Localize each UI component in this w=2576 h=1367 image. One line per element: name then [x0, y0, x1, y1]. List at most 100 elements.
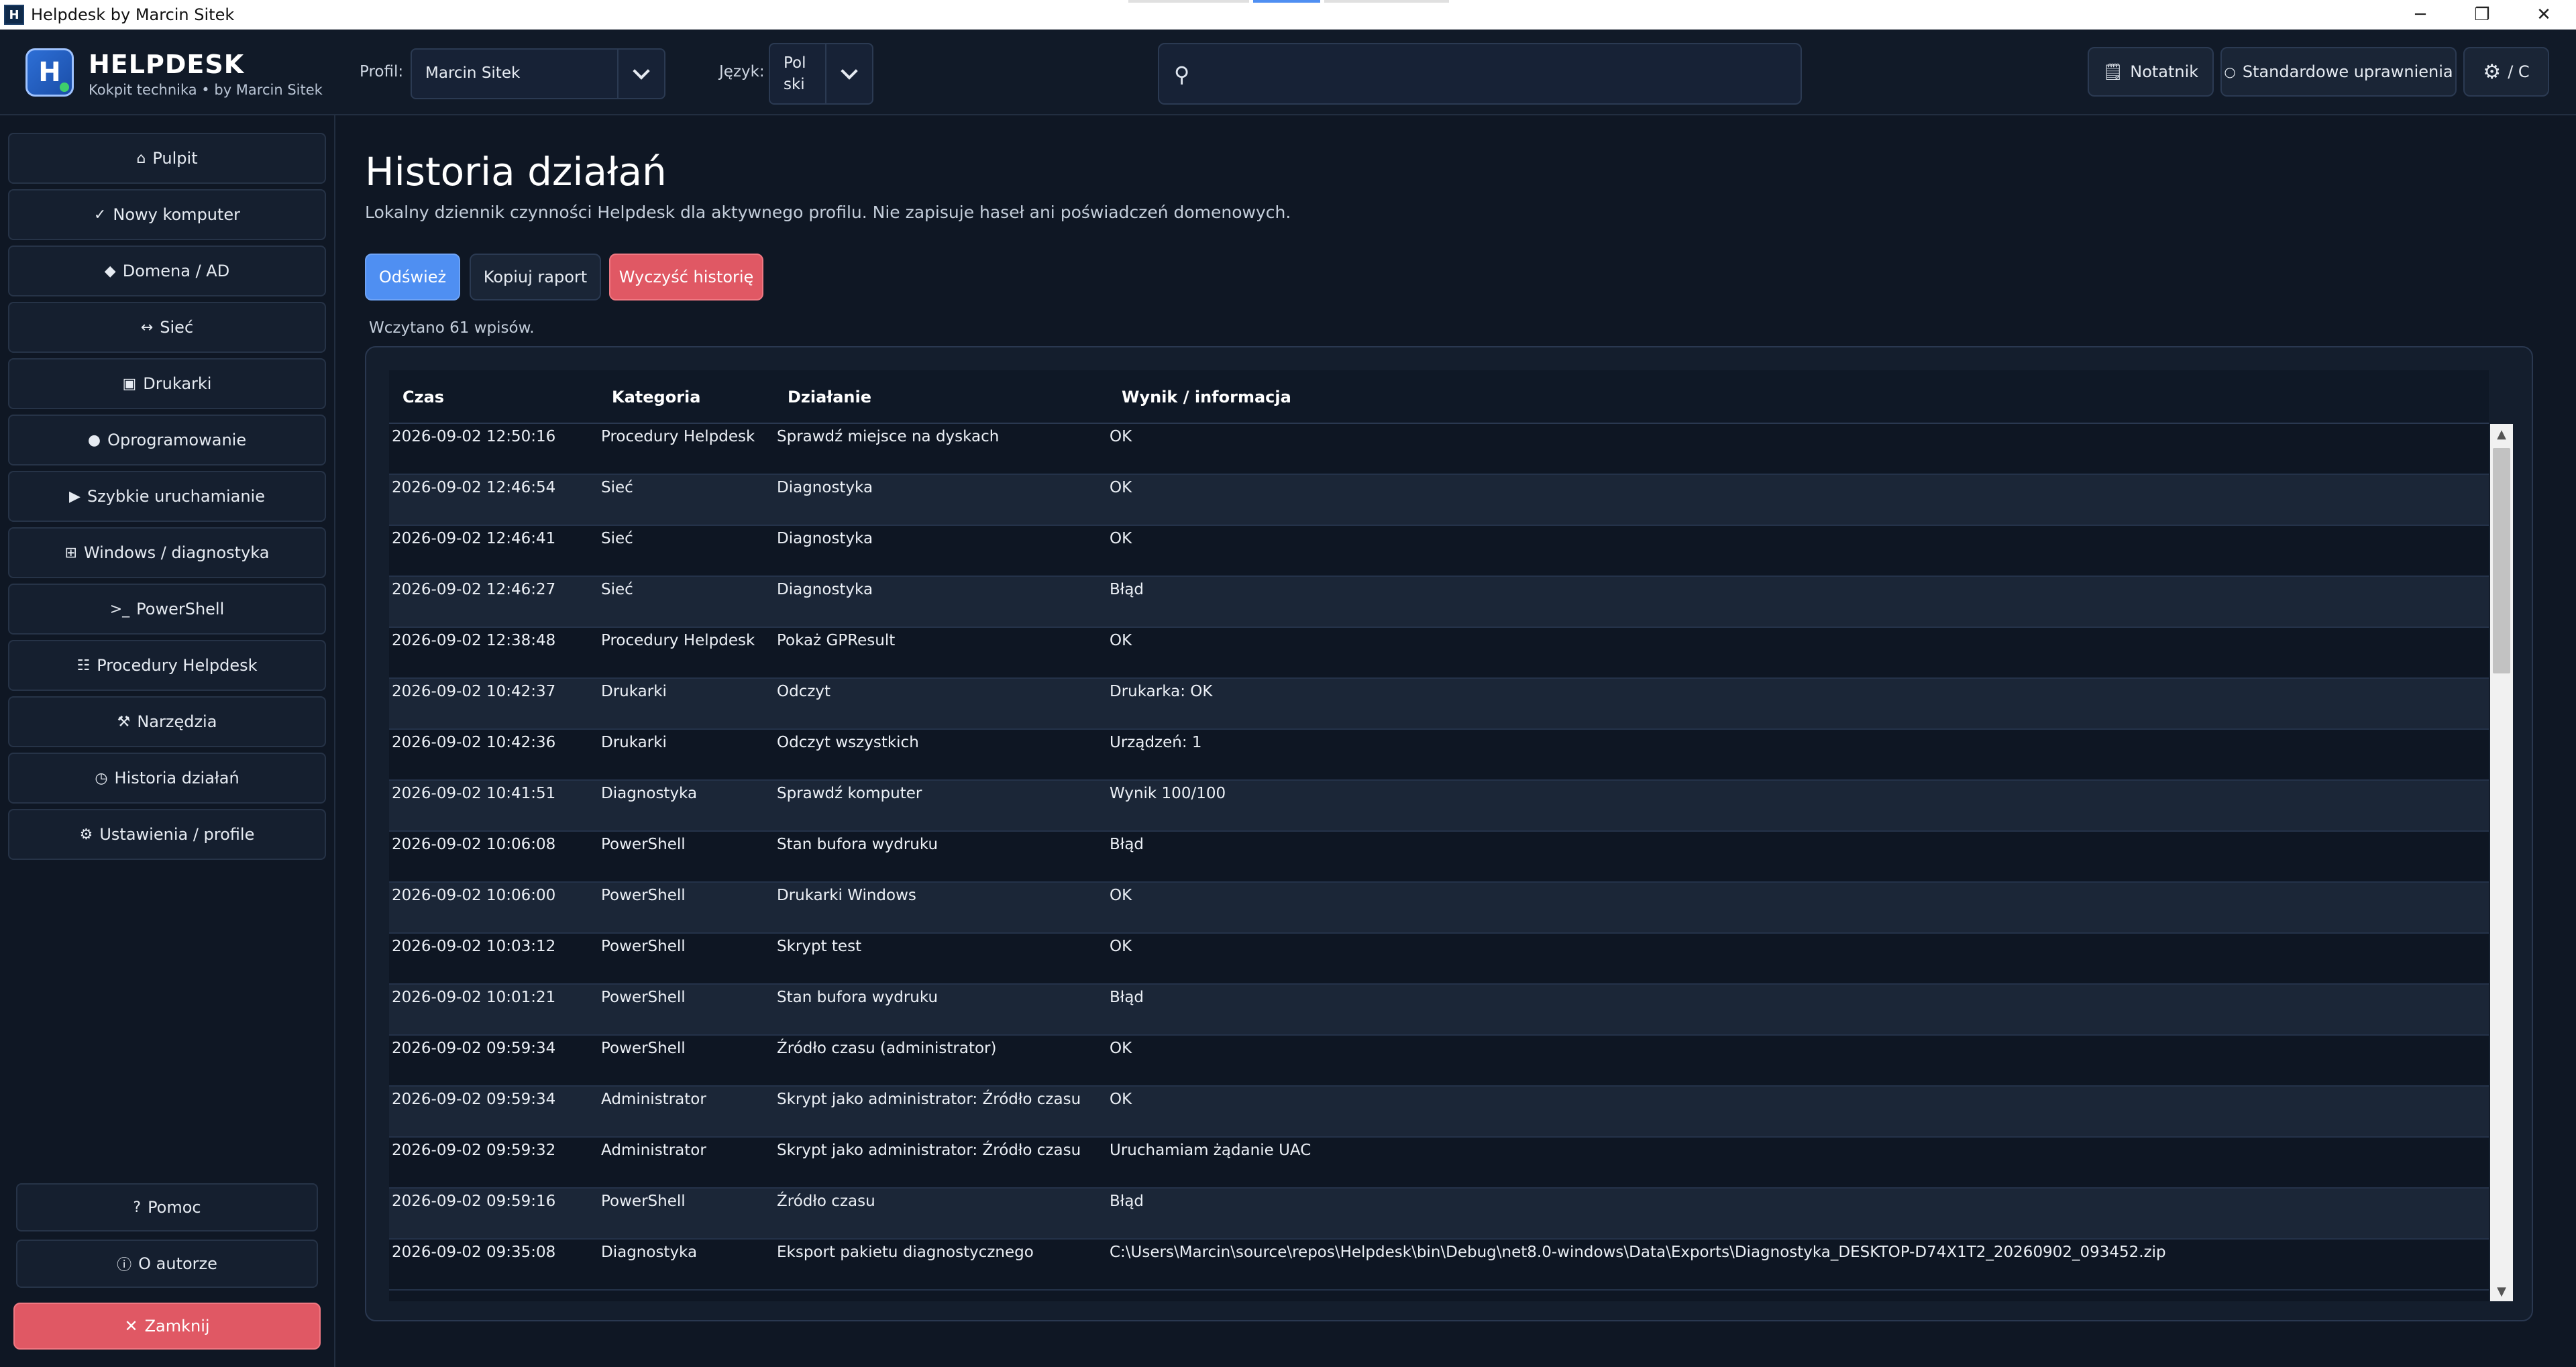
- cell-time: 2026-09-02 12:38:48: [392, 632, 556, 649]
- profile-dropdown-button[interactable]: [617, 50, 664, 98]
- sidebar-item-windows-diagnostics[interactable]: ⊞ Windows / diagnostyka: [8, 527, 326, 578]
- clear-history-button[interactable]: Wyczyść historię: [609, 254, 763, 300]
- gear-icon: ⚙: [79, 826, 93, 843]
- cell-result: C:\Users\Marcin\source\repos\Helpdesk\bi…: [1110, 1244, 2166, 1261]
- cell-result: Błąd: [1110, 989, 1144, 1006]
- table-row[interactable]: 2026-09-02 10:06:08 PowerShell Stan bufora…: [389, 832, 2489, 883]
- column-header-category[interactable]: Kategoria: [612, 388, 700, 406]
- sidebar-item-software[interactable]: ● Oprogramowanie: [8, 415, 326, 466]
- column-header-result[interactable]: Wynik / informacja: [1122, 388, 1291, 406]
- sidebar-item-printers[interactable]: ▣ Drukarki: [8, 358, 326, 409]
- scroll-down-arrow[interactable]: ▼: [2490, 1281, 2513, 1301]
- language-value: Pol ski: [784, 52, 806, 95]
- sidebar-item-new-computer[interactable]: ✓ Nowy komputer: [8, 189, 326, 240]
- sidebar-item-pulpit[interactable]: ⌂ Pulpit: [8, 133, 326, 184]
- sidebar-item-quick-launch[interactable]: ▶ Szybkie uruchamianie: [8, 471, 326, 522]
- terminal-icon: >_: [109, 600, 130, 618]
- table-body: 2026-09-02 12:50:16 Procedury Helpdesk Spr…: [389, 424, 2489, 1301]
- language-label: Język:: [719, 63, 765, 80]
- cell-time: 2026-09-02 12:50:16: [392, 428, 556, 445]
- sidebar-item-label: Windows / diagnostyka: [83, 543, 270, 562]
- permissions-button[interactable]: ○ Standardowe uprawnienia: [2220, 47, 2457, 97]
- table-row[interactable]: 2026-09-02 10:42:36 Drukarki Odczyt wszyst…: [389, 730, 2489, 781]
- sidebar-item-network[interactable]: ↔ Sieć: [8, 302, 326, 353]
- sidebar-item-powershell[interactable]: >_ PowerShell: [8, 584, 326, 635]
- table-scrollbar[interactable]: ▲ ▼: [2490, 424, 2513, 1301]
- cell-time: 2026-09-02 10:06:08: [392, 836, 556, 853]
- cell-category: Administrator: [601, 1091, 706, 1108]
- scroll-thumb[interactable]: [2493, 448, 2510, 673]
- table-row[interactable]: 2026-09-02 12:46:41 Sieć Diagnostyka OK: [389, 526, 2489, 577]
- cell-action: Skrypt jako administrator: Źródło czasu: [777, 1091, 1081, 1108]
- cell-result: Wynik 100/100: [1110, 785, 1226, 802]
- cell-action: Źródło czasu (administrator): [777, 1040, 997, 1057]
- copy-report-button[interactable]: Kopiuj raport: [470, 254, 601, 300]
- column-header-time[interactable]: Czas: [402, 388, 444, 406]
- table-row[interactable]: 2026-09-02 12:50:16 Procedury Helpdesk Spr…: [389, 424, 2489, 475]
- restore-button[interactable]: ❐: [2451, 0, 2513, 30]
- close-app-button[interactable]: ✕ Zamknij: [13, 1303, 321, 1350]
- brand-subtitle: Kokpit technika • by Marcin Sitek: [89, 82, 323, 98]
- page-subtitle: Lokalny dziennik czynności Helpdesk dla …: [365, 203, 1291, 222]
- cell-time: 2026-09-02 12:46:41: [392, 530, 556, 547]
- language-select[interactable]: Pol ski: [769, 43, 873, 105]
- cell-action: Odczyt wszystkich: [777, 734, 919, 751]
- cell-time: 2026-09-02 12:46:54: [392, 479, 556, 496]
- table-row[interactable]: 2026-09-02 12:46:27 Sieć Diagnostyka Błąd: [389, 577, 2489, 628]
- help-button[interactable]: ? Pomoc: [16, 1183, 318, 1232]
- printer-icon: ▣: [122, 375, 137, 392]
- cell-category: Sieć: [601, 479, 633, 496]
- table-row[interactable]: 2026-09-02 10:01:21 PowerShell Stan bufora…: [389, 985, 2489, 1036]
- search-input[interactable]: [1206, 51, 1790, 98]
- settings-button[interactable]: ⚙ / C: [2463, 47, 2549, 97]
- table-row[interactable]: 2026-09-02 09:59:32 Administrator Skrypt j…: [389, 1138, 2489, 1189]
- profile-select[interactable]: Marcin Sitek: [411, 48, 665, 99]
- table-row[interactable]: 2026-09-02 12:46:54 Sieć Diagnostyka OK: [389, 475, 2489, 526]
- sidebar-item-label: Sieć: [160, 318, 194, 337]
- cell-action: Skrypt test: [777, 938, 862, 955]
- refresh-button[interactable]: Odśwież: [365, 254, 460, 300]
- cell-action: Diagnostyka: [777, 479, 873, 496]
- table-row[interactable]: 2026-09-02 09:59:34 Administrator Skrypt j…: [389, 1087, 2489, 1138]
- app-header: H HELPDESK Kokpit technika • by Marcin S…: [0, 30, 2576, 115]
- language-dropdown-button[interactable]: [825, 44, 872, 103]
- close-icon: ✕: [124, 1317, 138, 1335]
- cell-time: 2026-09-02 10:42:37: [392, 683, 556, 700]
- history-table[interactable]: Czas Kategoria Działanie Wynik / informa…: [389, 370, 2489, 1301]
- notebook-button[interactable]: 🗒 Notatnik: [2088, 47, 2214, 97]
- cell-category: Sieć: [601, 581, 633, 598]
- about-author-button[interactable]: ⓘ O autorze: [16, 1240, 318, 1288]
- minimize-button[interactable]: ─: [2390, 0, 2451, 30]
- cell-time: 2026-09-02 10:01:21: [392, 989, 556, 1006]
- table-row[interactable]: 2026-09-02 10:06:00 PowerShell Drukarki Wi…: [389, 883, 2489, 934]
- cell-result: Uruchamiam żądanie UAC: [1110, 1142, 1311, 1159]
- cell-result: OK: [1110, 887, 1132, 904]
- table-row[interactable]: 2026-09-02 12:38:48 Procedury Helpdesk Pok…: [389, 628, 2489, 679]
- sidebar-item-history[interactable]: ◷ Historia działań: [8, 753, 326, 804]
- sidebar-item-label: Domena / AD: [122, 262, 230, 280]
- search-box[interactable]: ⚲: [1158, 43, 1802, 105]
- cell-action: Stan bufora wydruku: [777, 989, 938, 1006]
- table-row[interactable]: 2026-09-02 09:35:08 Diagnostyka Eksport pa…: [389, 1240, 2489, 1291]
- sidebar-item-label: Drukarki: [143, 374, 212, 393]
- sidebar-item-domain[interactable]: ◆ Domena / AD: [8, 245, 326, 296]
- chevron-down-icon: [841, 62, 858, 80]
- cell-category: PowerShell: [601, 836, 686, 853]
- windows-icon: ⊞: [64, 544, 77, 561]
- cell-time: 2026-09-02 09:59:34: [392, 1091, 556, 1108]
- table-row[interactable]: 2026-09-02 10:42:37 Drukarki Odczyt Drukark…: [389, 679, 2489, 730]
- column-header-action[interactable]: Działanie: [788, 388, 871, 406]
- table-row[interactable]: 2026-09-02 09:59:34 PowerShell Źródło czas…: [389, 1036, 2489, 1087]
- arrows-icon: ↔: [140, 319, 154, 336]
- sidebar-item-procedures[interactable]: ☷ Procedury Helpdesk: [8, 640, 326, 691]
- cell-result: Urządzeń: 1: [1110, 734, 1202, 751]
- table-row[interactable]: 2026-09-02 09:59:16 PowerShell Źródło czas…: [389, 1189, 2489, 1240]
- scroll-up-arrow[interactable]: ▲: [2490, 424, 2513, 444]
- sidebar-item-tools[interactable]: ⚒ Narzędzia: [8, 696, 326, 747]
- cell-time: 2026-09-02 10:03:12: [392, 938, 556, 955]
- window-titlebar: H Helpdesk by Marcin Sitek ─ ❐ ✕: [0, 0, 2576, 30]
- table-row[interactable]: 2026-09-02 10:41:51 Diagnostyka Sprawdź ko…: [389, 781, 2489, 832]
- sidebar-item-settings[interactable]: ⚙ Ustawienia / profile: [8, 809, 326, 860]
- close-window-button[interactable]: ✕: [2513, 0, 2575, 30]
- table-row[interactable]: 2026-09-02 10:03:12 PowerShell Skrypt test…: [389, 934, 2489, 985]
